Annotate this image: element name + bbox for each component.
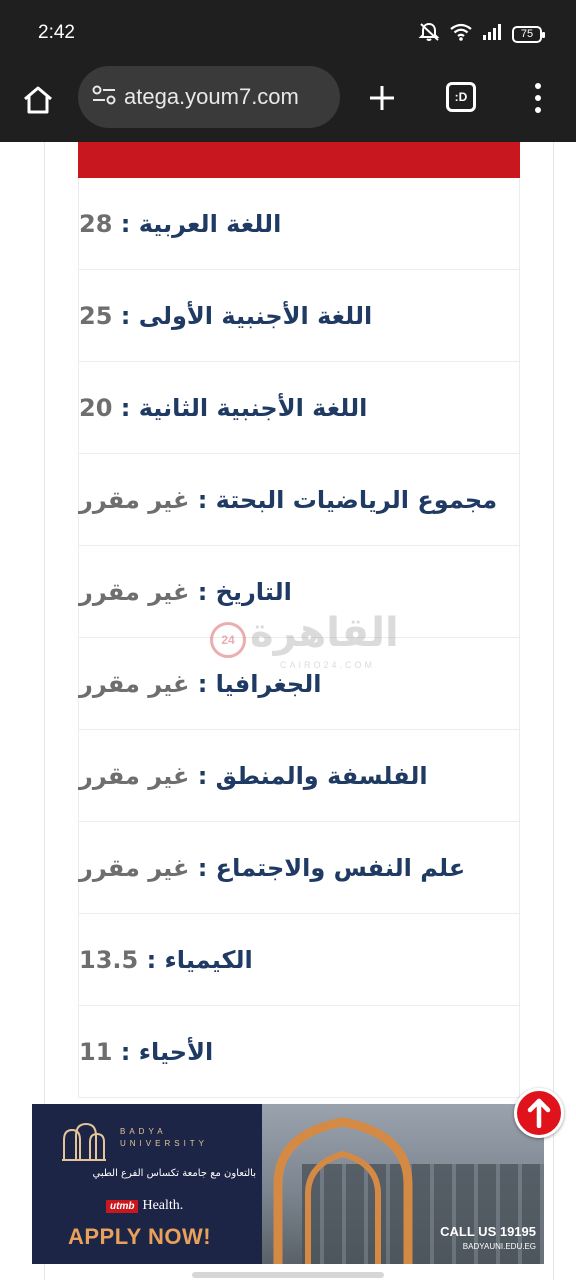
separator: : xyxy=(189,485,216,514)
url-text: atega.youm7.com xyxy=(124,84,299,109)
subject-name: اللغة الأجنبية الأولى xyxy=(138,301,373,330)
subject-score: 11 xyxy=(79,1037,113,1066)
ad-partner: utmb Health. xyxy=(106,1198,183,1214)
signal-icon xyxy=(482,24,502,44)
mute-bell-icon xyxy=(418,22,440,46)
result-row: اللغة الأجنبية الثانية : 20 xyxy=(79,362,519,454)
separator: : xyxy=(189,853,216,882)
menu-dot xyxy=(535,83,541,89)
result-row: اللغة العربية : 28 xyxy=(79,178,519,270)
scroll-to-top-button[interactable] xyxy=(514,1088,564,1138)
separator: : xyxy=(189,761,216,790)
result-row: الكيمياء : 13.5 xyxy=(79,914,519,1006)
status-time: 2:42 xyxy=(38,22,75,43)
subject-score: غير مقرر xyxy=(79,485,190,514)
battery-icon: 75 xyxy=(512,25,545,43)
ad-brand: BADYA UNIVERSITY xyxy=(120,1126,208,1150)
result-row: الأحياء : 11 xyxy=(79,1006,519,1098)
ad-brand-line1: BADYA xyxy=(120,1127,167,1136)
more-menu-button[interactable] xyxy=(524,80,552,116)
gesture-bar xyxy=(192,1272,384,1278)
menu-dot xyxy=(535,107,541,113)
result-text: مجموع الرياضيات البحتة : غير مقرر xyxy=(79,486,497,514)
tab-switcher-button[interactable]: :D xyxy=(446,82,476,112)
subject-name: الكيمياء xyxy=(164,945,253,974)
subject-name: التاريخ xyxy=(215,577,292,606)
ad-apply-button[interactable]: APPLY NOW! xyxy=(68,1224,211,1250)
ad-arabic-line: بالتعاون مع جامعة تكساس الفرع الطبي xyxy=(92,1168,256,1179)
ad-photo: CALL US 19195 BADYAUNI.EDU.EG xyxy=(262,1104,544,1264)
ad-call-number: CALL US 19195 xyxy=(440,1224,536,1239)
result-text: الكيمياء : 13.5 xyxy=(79,946,253,974)
subject-score: غير مقرر xyxy=(79,577,190,606)
site-settings-icon[interactable] xyxy=(92,84,116,110)
separator: : xyxy=(112,209,139,238)
separator: : xyxy=(189,669,216,698)
result-text: الجغرافيا : غير مقرر xyxy=(79,670,321,698)
result-row: التاريخ : غير مقرر xyxy=(79,546,519,638)
subject-name: الجغرافيا xyxy=(215,669,322,698)
menu-dot xyxy=(535,95,541,101)
result-text: اللغة الأجنبية الثانية : 20 xyxy=(79,394,367,422)
separator: : xyxy=(112,1037,139,1066)
result-row: اللغة الأجنبية الأولى : 25 xyxy=(79,270,519,362)
subject-score: 25 xyxy=(79,301,113,330)
result-text: الأحياء : 11 xyxy=(79,1038,213,1066)
ad-arch-graphic xyxy=(273,1117,413,1264)
ad-partner-tag: utmb xyxy=(106,1199,139,1213)
ad-left-panel: BADYA UNIVERSITY بالتعاون مع جامعة تكساس… xyxy=(32,1104,262,1264)
badya-logo-icon xyxy=(62,1122,106,1161)
ad-partner-name: Health. xyxy=(142,1198,184,1213)
result-text: اللغة الأجنبية الأولى : 25 xyxy=(79,302,372,330)
subject-name: مجموع الرياضيات البحتة xyxy=(215,485,498,514)
ad-banner[interactable]: BADYA UNIVERSITY بالتعاون مع جامعة تكساس… xyxy=(32,1104,544,1264)
subject-score: غير مقرر xyxy=(79,669,190,698)
address-bar[interactable]: atega.youm7.com xyxy=(78,66,340,128)
home-icon xyxy=(24,86,52,114)
results-list: اللغة العربية : 28 اللغة الأجنبية الأولى … xyxy=(78,178,520,1098)
ad-website: BADYAUNI.EDU.EG xyxy=(462,1242,536,1251)
new-tab-button[interactable] xyxy=(362,78,402,118)
separator: : xyxy=(112,301,139,330)
result-row: مجموع الرياضيات البحتة : غير مقرر xyxy=(79,454,519,546)
subject-name: الفلسفة والمنطق xyxy=(215,761,428,790)
result-text: الفلسفة والمنطق : غير مقرر xyxy=(79,762,428,790)
browser-toolbar: atega.youm7.com :D xyxy=(0,66,576,142)
subject-name: علم النفس والاجتماع xyxy=(215,853,466,882)
subject-score: 13.5 xyxy=(79,945,139,974)
subject-score: غير مقرر xyxy=(79,761,190,790)
subject-score: 20 xyxy=(79,393,113,422)
separator: : xyxy=(138,945,165,974)
result-text: اللغة العربية : 28 xyxy=(79,210,281,238)
results-header xyxy=(78,142,520,178)
result-row: علم النفس والاجتماع : غير مقرر xyxy=(79,822,519,914)
result-text: علم النفس والاجتماع : غير مقرر xyxy=(79,854,465,882)
subject-score: 28 xyxy=(79,209,113,238)
plus-icon xyxy=(370,86,394,110)
result-row: الفلسفة والمنطق : غير مقرر xyxy=(79,730,519,822)
subject-score: غير مقرر xyxy=(79,853,190,882)
status-bar: 2:42 75 xyxy=(0,0,576,66)
status-icons: 75 xyxy=(418,22,545,46)
result-row: الجغرافيا : غير مقرر xyxy=(79,638,519,730)
home-button[interactable] xyxy=(18,80,58,120)
separator: : xyxy=(112,393,139,422)
ad-brand-line2: UNIVERSITY xyxy=(120,1139,209,1148)
result-text: التاريخ : غير مقرر xyxy=(79,578,292,606)
web-page: اللغة العربية : 28 اللغة الأجنبية الأولى … xyxy=(0,142,576,1280)
subject-name: اللغة العربية xyxy=(138,209,282,238)
separator: : xyxy=(189,577,216,606)
subject-name: الأحياء xyxy=(138,1037,214,1066)
subject-name: اللغة الأجنبية الثانية xyxy=(138,393,368,422)
wifi-icon xyxy=(450,23,472,45)
arrow-up-icon xyxy=(527,1098,551,1128)
